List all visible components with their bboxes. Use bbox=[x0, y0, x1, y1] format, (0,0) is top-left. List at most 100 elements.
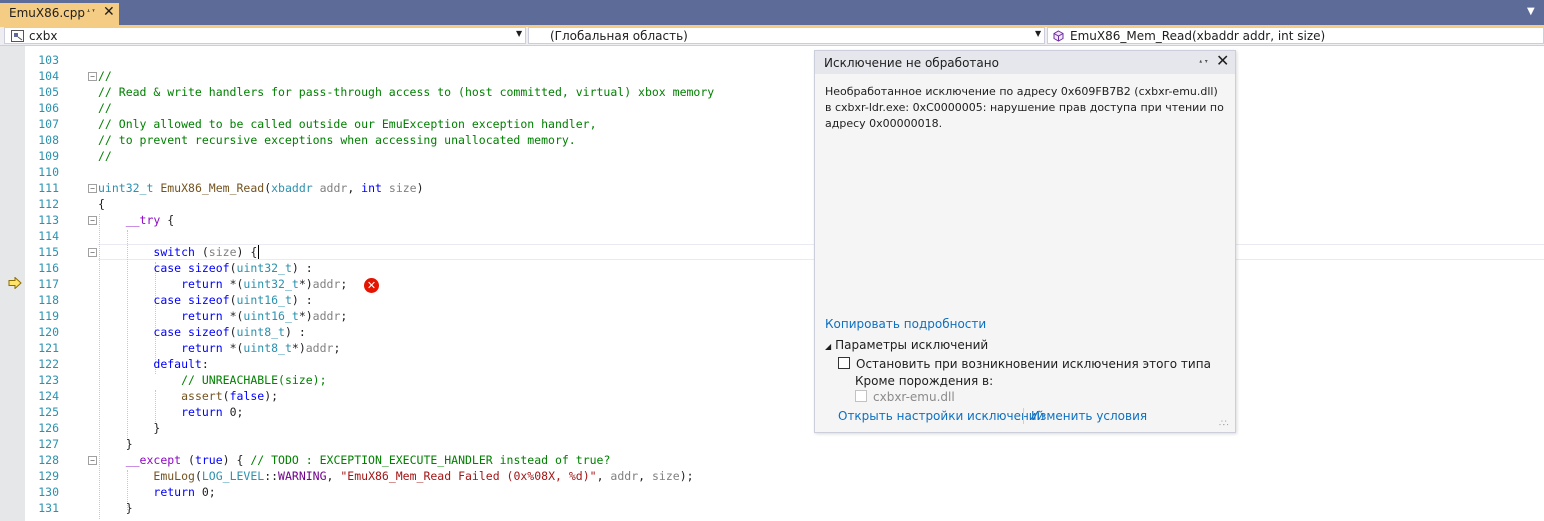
navigation-bar: cxbx ▼ (Глобальная область) ▼ EmuX86_Mem… bbox=[0, 27, 1544, 46]
line-number: 120 bbox=[38, 325, 59, 339]
code-line[interactable]: // bbox=[98, 68, 112, 84]
open-exception-settings-link[interactable]: Открыть настройки исключений bbox=[838, 409, 1044, 423]
tab-emux86-cpp[interactable]: EmuX86.cpp ˔˕ ✕ bbox=[0, 3, 119, 25]
line-number: 106 bbox=[38, 101, 59, 115]
code-line[interactable]: return 0; bbox=[98, 484, 215, 500]
line-number: 109 bbox=[38, 149, 59, 163]
code-line[interactable]: // to prevent recursive exceptions when … bbox=[98, 132, 576, 148]
line-number: 115 bbox=[38, 245, 59, 259]
project-label: cxbx bbox=[29, 29, 58, 43]
close-icon[interactable]: ✕ bbox=[103, 4, 115, 20]
line-number: 107 bbox=[38, 117, 59, 131]
tab-title[interactable]: EmuX86.cpp bbox=[9, 6, 85, 20]
line-number: 117 bbox=[38, 277, 59, 291]
scope-dropdown[interactable]: (Глобальная область) ▼ bbox=[528, 27, 1045, 44]
line-number: 124 bbox=[38, 389, 59, 403]
line-number: 122 bbox=[38, 357, 59, 371]
line-number: 119 bbox=[38, 309, 59, 323]
link-separator bbox=[1023, 408, 1024, 424]
collapse-icon[interactable]: − bbox=[88, 248, 97, 257]
error-icon[interactable]: ✕ bbox=[364, 278, 379, 293]
line-number: 111 bbox=[38, 181, 59, 195]
collapse-icon[interactable]: − bbox=[88, 456, 97, 465]
line-number: 127 bbox=[38, 437, 59, 451]
resize-grip-icon[interactable]: ∴∴ bbox=[1219, 419, 1229, 429]
popup-title: Исключение не обработано bbox=[824, 56, 999, 70]
module-checkbox-row: cxbxr-emu.dll bbox=[855, 390, 955, 404]
code-line[interactable]: } bbox=[98, 500, 133, 516]
code-line[interactable]: __try { bbox=[98, 212, 174, 228]
line-number: 116 bbox=[38, 261, 59, 275]
tab-overflow-dropdown-icon[interactable]: ▼ bbox=[1527, 6, 1535, 17]
code-line[interactable]: return *(uint32_t*)addr; bbox=[98, 276, 347, 292]
code-line[interactable]: assert(false); bbox=[98, 388, 278, 404]
code-line[interactable]: switch (size) { bbox=[98, 244, 257, 260]
collapse-icon[interactable]: − bbox=[88, 216, 97, 225]
member-dropdown[interactable]: EmuX86_Mem_Read(xbaddr addr, int size) bbox=[1047, 27, 1544, 44]
member-label: EmuX86_Mem_Read(xbaddr addr, int size) bbox=[1070, 29, 1326, 43]
line-number: 104 bbox=[38, 69, 59, 83]
code-line[interactable]: __except (true) { // TODO : EXCEPTION_EX… bbox=[98, 452, 611, 468]
collapse-icon[interactable]: − bbox=[88, 72, 97, 81]
code-line[interactable]: } bbox=[98, 436, 133, 452]
exception-settings-group[interactable]: ◢ Параметры исключений bbox=[825, 338, 988, 352]
code-line[interactable]: // Only allowed to be called outside our… bbox=[98, 116, 597, 132]
exception-settings-header: Параметры исключений bbox=[835, 338, 989, 352]
popup-header[interactable]: Исключение не обработано ˔˕ ✕ bbox=[815, 51, 1235, 74]
collapse-icon[interactable]: − bbox=[88, 184, 97, 193]
code-line[interactable]: return 0; bbox=[98, 404, 243, 420]
code-line[interactable]: // bbox=[98, 148, 112, 164]
pin-icon[interactable]: ˔˕ bbox=[86, 6, 96, 17]
project-dropdown[interactable]: cxbx ▼ bbox=[4, 27, 526, 44]
chevron-down-icon: ▼ bbox=[1035, 29, 1042, 38]
pin-icon[interactable]: ˔˕ bbox=[1198, 55, 1209, 68]
close-icon[interactable]: ✕ bbox=[1216, 51, 1229, 70]
line-number: 114 bbox=[38, 229, 59, 243]
exception-helper-popup: Исключение не обработано ˔˕ ✕ Необработа… bbox=[814, 50, 1236, 433]
line-number: 110 bbox=[38, 165, 59, 179]
line-number: 131 bbox=[38, 501, 59, 515]
code-editor[interactable]: 103 104 105 106 107 108 109 110 111 112 … bbox=[0, 46, 1544, 521]
copy-details-link[interactable]: Копировать подробности bbox=[825, 317, 986, 331]
code-line[interactable]: default: bbox=[98, 356, 208, 372]
line-number: 103 bbox=[38, 53, 59, 67]
code-line[interactable]: case sizeof(uint8_t) : bbox=[98, 324, 305, 340]
code-line[interactable]: } bbox=[98, 420, 160, 436]
code-line[interactable]: uint32_t EmuX86_Mem_Read(xbaddr addr, in… bbox=[98, 180, 424, 196]
line-number: 108 bbox=[38, 133, 59, 147]
code-line[interactable]: case sizeof(uint16_t) : bbox=[98, 292, 312, 308]
break-on-exception-label: Остановить при возникновении исключения … bbox=[856, 357, 1211, 371]
method-icon bbox=[1053, 30, 1064, 42]
line-number: 128 bbox=[38, 453, 59, 467]
module-label: cxbxr-emu.dll bbox=[873, 390, 955, 404]
break-on-exception-checkbox-row[interactable]: Остановить при возникновении исключения … bbox=[838, 357, 1211, 371]
line-number: 130 bbox=[38, 485, 59, 499]
current-statement-arrow-icon bbox=[8, 277, 22, 289]
line-number: 121 bbox=[38, 341, 59, 355]
code-line[interactable]: EmuLog(LOG_LEVEL::WARNING, "EmuX86_Mem_R… bbox=[98, 468, 693, 484]
expand-triangle-icon[interactable]: ◢ bbox=[825, 342, 831, 351]
line-number: 118 bbox=[38, 293, 59, 307]
glyph-margin[interactable] bbox=[0, 46, 25, 521]
line-number: 113 bbox=[38, 213, 59, 227]
exception-message: Необработанное исключение по адресу 0x60… bbox=[825, 85, 1224, 130]
except-when-thrown-label: Кроме порождения в: bbox=[855, 374, 994, 388]
code-line[interactable]: // bbox=[98, 100, 112, 116]
code-line[interactable]: return *(uint8_t*)addr; bbox=[98, 340, 340, 356]
edit-conditions-link[interactable]: Изменить условия bbox=[1031, 409, 1147, 423]
line-number: 105 bbox=[38, 85, 59, 99]
chevron-down-icon: ▼ bbox=[516, 29, 523, 38]
line-number: 129 bbox=[38, 469, 59, 483]
document-tab-strip: EmuX86.cpp ˔˕ ✕ ▼ bbox=[0, 0, 1544, 25]
line-number: 123 bbox=[38, 373, 59, 387]
code-line[interactable]: case sizeof(uint32_t) : bbox=[98, 260, 312, 276]
code-line[interactable]: // Read & write handlers for pass-throug… bbox=[98, 84, 714, 100]
scope-label: (Глобальная область) bbox=[550, 29, 688, 43]
line-number: 112 bbox=[38, 197, 59, 211]
code-line[interactable]: // UNREACHABLE(size); bbox=[98, 372, 326, 388]
code-line[interactable]: { bbox=[98, 196, 105, 212]
line-number: 126 bbox=[38, 421, 59, 435]
break-on-exception-checkbox[interactable] bbox=[838, 357, 850, 369]
code-line[interactable]: return *(uint16_t*)addr; bbox=[98, 308, 347, 324]
text-caret bbox=[258, 245, 259, 259]
